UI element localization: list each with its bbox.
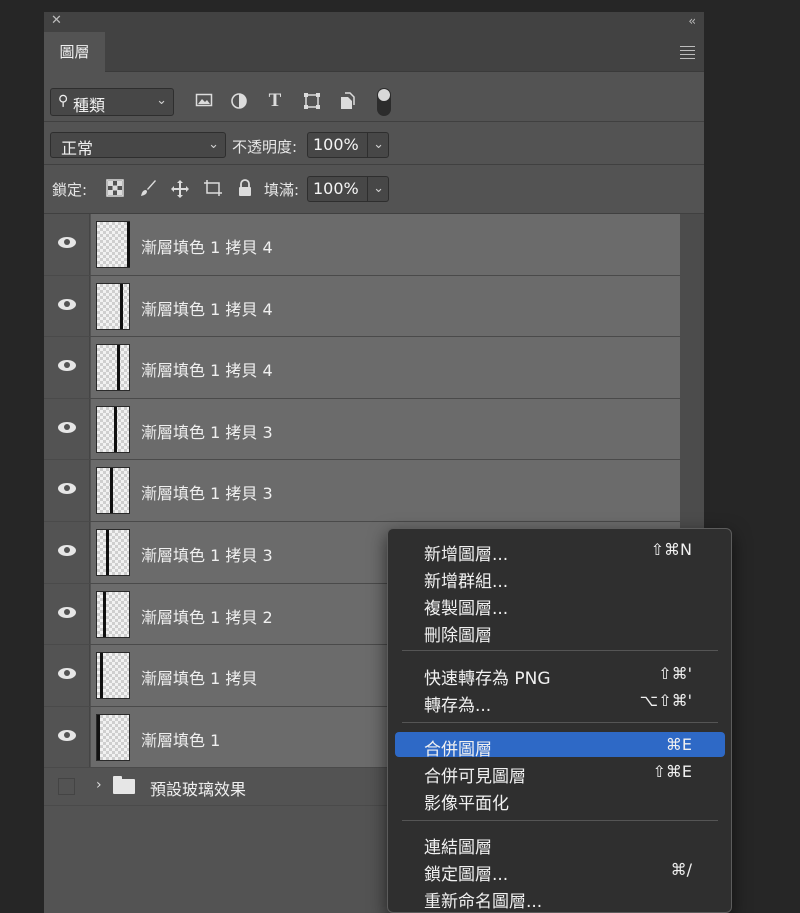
panel-tabbar: 圖層 bbox=[44, 32, 704, 73]
chevron-down-icon[interactable]: ⌄ bbox=[373, 181, 384, 196]
eye-icon[interactable] bbox=[58, 729, 76, 741]
layer-row[interactable]: 漸層填色 1 拷貝 4 bbox=[44, 275, 680, 338]
layer-name: 漸層填色 1 拷貝 3 bbox=[141, 422, 273, 442]
layer-row[interactable]: 漸層填色 1 拷貝 3 bbox=[44, 398, 680, 461]
menu-item-merge-layers[interactable]: 合併圖層 ⌘E bbox=[395, 732, 725, 760]
context-menu: 新增圖層... ⇧⌘N 新增群組... 複製圖層... 刪除圖層 快速轉存為 P… bbox=[387, 528, 732, 913]
layer-name: 漸層填色 1 拷貝 4 bbox=[141, 238, 273, 257]
eye-icon[interactable] bbox=[58, 606, 76, 618]
layer-name: 漸層填色 1 拷貝 3 bbox=[141, 545, 273, 565]
lock-label: 鎖定: bbox=[52, 181, 88, 199]
layer-thumbnail bbox=[96, 652, 130, 700]
menu-item-merge-visible[interactable]: 合併可見圖層 ⇧⌘E bbox=[395, 759, 725, 787]
menu-item-flatten-image[interactable]: 影像平面化 bbox=[395, 786, 725, 814]
image-filter-icon[interactable] bbox=[193, 92, 215, 112]
opacity-label: 不透明度: bbox=[232, 138, 298, 156]
collapse-icon[interactable]: ‹‹ bbox=[688, 14, 695, 28]
menu-separator bbox=[402, 650, 718, 651]
blend-row: 正常 ⌄ 不透明度: 100% ⌄ bbox=[44, 123, 704, 165]
layer-thumbnail bbox=[96, 713, 130, 761]
chevron-down-icon[interactable]: ⌄ bbox=[373, 137, 384, 152]
layer-name: 漸層填色 1 拷貝 bbox=[141, 669, 258, 689]
panel-titlebar: ✕ ‹‹ bbox=[44, 12, 704, 32]
lock-all-icon[interactable] bbox=[235, 179, 255, 199]
layer-thumbnail bbox=[96, 528, 130, 576]
lock-transparent-pixels-icon[interactable] bbox=[105, 179, 125, 199]
menu-item-new-layer[interactable]: 新增圖層... ⇧⌘N bbox=[395, 537, 725, 565]
eye-icon[interactable] bbox=[58, 668, 76, 680]
layer-thumbnail bbox=[96, 590, 130, 638]
eye-icon[interactable] bbox=[58, 360, 76, 372]
fill-field[interactable]: 100% ⌄ bbox=[307, 176, 389, 202]
blend-mode-value: 正常 bbox=[61, 139, 94, 158]
layer-thumbnail bbox=[96, 467, 130, 515]
lock-artboard-icon[interactable] bbox=[203, 179, 223, 199]
layer-name: 漸層填色 1 拷貝 4 bbox=[141, 361, 273, 381]
eye-icon[interactable] bbox=[58, 298, 76, 310]
filter-kind-dropdown[interactable]: ⚲ 種類 ⌄ bbox=[50, 88, 174, 116]
group-name: 預設玻璃效果 bbox=[150, 780, 247, 800]
menu-item-export-as[interactable]: 轉存為... ⌥⇧⌘' bbox=[395, 688, 725, 716]
eye-icon[interactable] bbox=[58, 544, 76, 556]
visibility-toggle[interactable] bbox=[58, 778, 75, 796]
eye-icon[interactable] bbox=[58, 483, 76, 495]
smart-object-filter-icon[interactable] bbox=[336, 92, 358, 112]
chevron-down-icon: ⌄ bbox=[208, 137, 219, 152]
layer-name: 漸層填色 1 拷貝 4 bbox=[141, 299, 273, 319]
eye-icon[interactable] bbox=[58, 237, 76, 248]
opacity-field[interactable]: 100% ⌄ bbox=[307, 132, 389, 158]
menu-separator bbox=[402, 722, 718, 723]
layer-thumbnail bbox=[96, 344, 130, 392]
chevron-down-icon: ⌄ bbox=[156, 93, 167, 108]
layer-thumbnail bbox=[96, 282, 130, 330]
lock-image-pixels-icon[interactable] bbox=[138, 179, 158, 199]
chevron-right-icon[interactable]: › bbox=[96, 777, 102, 793]
folder-icon bbox=[113, 776, 135, 795]
layer-thumbnail bbox=[96, 405, 130, 453]
scrollbar-track[interactable] bbox=[680, 214, 704, 534]
layer-name: 漸層填色 1 bbox=[141, 730, 221, 750]
menu-item-duplicate-layer[interactable]: 複製圖層... bbox=[395, 591, 725, 619]
lock-position-icon[interactable] bbox=[170, 179, 190, 199]
menu-item-quick-export-png[interactable]: 快速轉存為 PNG ⇧⌘' bbox=[395, 661, 725, 689]
menu-item-lock-layers[interactable]: 鎖定圖層... ⌘/ bbox=[395, 857, 725, 885]
layer-name: 漸層填色 1 拷貝 3 bbox=[141, 484, 273, 504]
eye-icon[interactable] bbox=[58, 421, 76, 433]
fill-label: 填滿: bbox=[264, 181, 300, 199]
shape-filter-icon[interactable] bbox=[301, 92, 323, 112]
type-filter-icon[interactable]: T bbox=[264, 90, 286, 111]
filter-toggle[interactable] bbox=[377, 88, 391, 116]
fill-value: 100% bbox=[313, 179, 359, 198]
layer-name: 漸層填色 1 拷貝 2 bbox=[141, 607, 273, 627]
layer-row[interactable]: 漸層填色 1 拷貝 3 bbox=[44, 460, 680, 522]
layer-row[interactable]: 漸層填色 1 拷貝 4 bbox=[44, 337, 680, 399]
search-icon: ⚲ bbox=[58, 93, 69, 109]
lock-row: 鎖定: 填滿: 100% ⌄ bbox=[44, 166, 704, 214]
opacity-value: 100% bbox=[313, 135, 359, 154]
panel-menu-icon[interactable] bbox=[680, 46, 695, 62]
menu-item-delete-layer[interactable]: 刪除圖層 bbox=[395, 618, 725, 646]
layer-row[interactable]: 漸層填色 1 拷貝 4 bbox=[44, 214, 680, 276]
blend-mode-dropdown[interactable]: 正常 ⌄ bbox=[50, 132, 226, 158]
menu-separator bbox=[402, 820, 718, 821]
close-icon[interactable]: ✕ bbox=[51, 13, 62, 28]
menu-item-rename-layer[interactable]: 重新命名圖層... bbox=[395, 884, 725, 912]
adjustment-filter-icon[interactable] bbox=[228, 92, 250, 112]
filter-row: ⚲ 種類 ⌄ T bbox=[44, 82, 704, 122]
filter-kind-label: 種類 bbox=[73, 96, 106, 115]
tab-layers[interactable]: 圖層 bbox=[44, 32, 105, 73]
menu-item-link-layers[interactable]: 連結圖層 bbox=[395, 830, 725, 858]
menu-item-new-group[interactable]: 新增群組... bbox=[395, 564, 725, 592]
layer-thumbnail bbox=[96, 221, 130, 268]
